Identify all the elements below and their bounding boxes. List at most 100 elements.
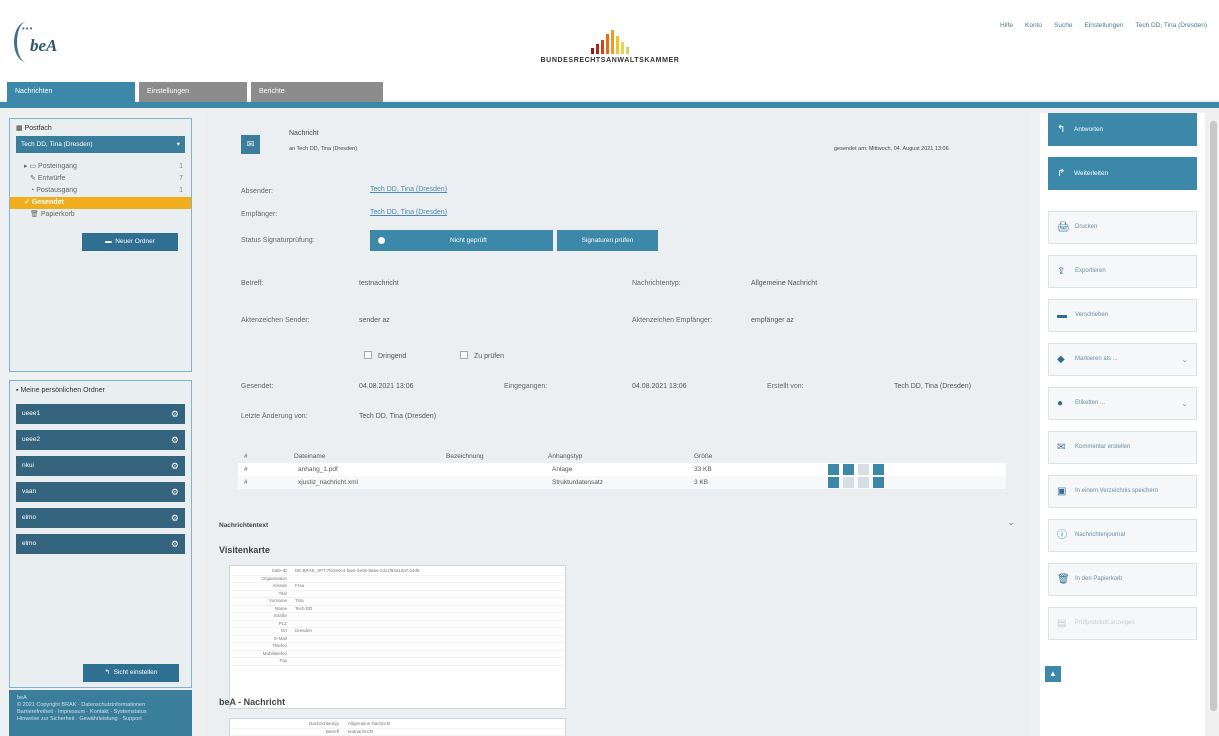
check-signatures-button[interactable]: Signaturen prüfen (557, 230, 658, 251)
personal-folder[interactable]: ueee2 ⚙ (16, 430, 185, 450)
personal-folder[interactable]: vaan ⚙ (16, 482, 185, 502)
erstellt-label: Erstellt von: (767, 383, 804, 390)
bea-nachricht-title: beA - Nachricht (219, 697, 286, 707)
chevron-down-icon[interactable]: ⌄ (1008, 518, 1014, 527)
settings-link[interactable]: Einstellungen (1084, 22, 1123, 29)
comment-button[interactable]: ✉ Kommentar erstellen (1048, 431, 1197, 464)
chevron-down-icon: ⌄ (1181, 355, 1188, 364)
personal-folder[interactable]: nkui ⚙ (16, 456, 185, 476)
export-button[interactable]: ⇪ Exportieren (1048, 255, 1197, 288)
brak-bar (621, 42, 624, 54)
col-header[interactable]: Bezeichnung (446, 450, 484, 463)
visit-value: Frau (295, 583, 305, 588)
personal-folder[interactable]: elmo ⚙ (16, 534, 185, 554)
bookmark-button[interactable]: ◆ Markieren als ... ⌄ (1048, 343, 1197, 376)
personal-folder[interactable]: ueee1 ⚙ (16, 404, 185, 424)
visit-value: Dresden (295, 628, 313, 633)
gear-icon[interactable]: ⚙ (171, 430, 179, 450)
visit-value: Tech DD (295, 605, 313, 611)
personal-folders-title: ▪ Meine persönlichen Ordner (16, 387, 105, 394)
tags-icon: ● (1057, 398, 1064, 409)
help-link[interactable]: Hilfe (1000, 22, 1013, 29)
col-header[interactable]: Dateiname (294, 450, 325, 463)
message-icon: ✉ (241, 135, 260, 154)
left-footer: beA © 2021 Copyright BRAK · Datenschutzi… (9, 690, 192, 736)
user-link[interactable]: Tech DD, Tina (Dresden) (1135, 22, 1207, 29)
action-label: In den Papierkorb (1075, 576, 1123, 582)
folder-item-papierkorb[interactable]: 🗑 Papierkorb (16, 209, 185, 221)
folder-item-entwuerfe[interactable]: ✎ Entwürfe 7 (16, 173, 185, 185)
table-row[interactable]: # anhang_1.pdf Anlage 33 KB (238, 463, 1006, 476)
gear-icon[interactable]: ⚙ (171, 456, 179, 476)
attachments-table: # Dateiname Bezeichnung Anhangstyp Größe… (238, 450, 1006, 489)
visit-key: Anrede (272, 583, 287, 588)
bea-key: Nachrichtentyp (308, 721, 339, 726)
gear-icon[interactable]: ⚙ (171, 508, 179, 528)
reply-button[interactable]: ↰ Antworten (1048, 113, 1197, 146)
scrollbar[interactable] (1208, 113, 1219, 736)
action-label: Nachrichtenjournal (1075, 532, 1126, 538)
protocol-icon: ▤ (1057, 618, 1067, 629)
tags-button[interactable]: ● Etiketten ... ⌄ (1048, 387, 1197, 420)
footer-line[interactable]: Hinweise zur Sicherheit · Gewährleistung… (17, 716, 184, 723)
tab-berichte[interactable]: Berichte (251, 82, 383, 102)
tab-nachrichten[interactable]: Nachrichten (7, 82, 135, 102)
dringend-checkbox[interactable]: Dringend (364, 351, 406, 360)
check-icon[interactable] (873, 464, 884, 475)
scrollbar-thumb[interactable] (1210, 121, 1217, 711)
visit-key: Titel (278, 590, 287, 596)
tab-einstellungen[interactable]: Einstellungen (139, 82, 247, 102)
top-links: Hilfe Konto Suche Einstellungen Tech DD,… (1000, 22, 1207, 29)
gear-icon[interactable]: ⚙ (171, 404, 179, 424)
row-actions (828, 477, 884, 488)
table-row[interactable]: # xjustiz_nachricht.xml Strukturdatensat… (238, 476, 1006, 489)
folder-item-gesendet[interactable]: ✓ Gesendet (10, 197, 191, 209)
footer-line[interactable]: Barrierefreiheit · Impressum · Kontakt ·… (17, 709, 184, 716)
checkbox-icon (364, 351, 372, 359)
erstellt-value: Tech DD, Tina (Dresden) (894, 383, 972, 390)
nachrichtentext-header[interactable]: Nachrichtentext (219, 522, 268, 529)
printer-button[interactable]: 🖨 Drucken (1048, 211, 1197, 244)
col-header[interactable]: Anhangstyp (548, 450, 582, 463)
bea-row: Nachrichtentyp Allgemeine Nachricht (230, 721, 565, 729)
info-button[interactable]: ⓘ Nachrichtenjournal (1048, 519, 1197, 552)
check-icon[interactable] (873, 477, 884, 488)
table-header: # Dateiname Bezeichnung Anhangstyp Größe (238, 450, 1006, 463)
folder-item-posteingang[interactable]: ▸ ▭ Posteingang 1 (16, 161, 185, 173)
col-header[interactable]: Größe (694, 450, 712, 463)
new-folder-button[interactable]: ▬ Neuer Ordner (82, 233, 178, 251)
download-icon[interactable] (828, 464, 839, 475)
bea-logo[interactable]: ••• beA (14, 22, 94, 66)
trash-button[interactable]: 🗑 In den Papierkorb (1048, 563, 1197, 596)
absender-link[interactable]: Tech DD, Tina (Dresden) (370, 186, 447, 193)
gear-icon[interactable]: ⚙ (171, 482, 179, 502)
pruefen-checkbox[interactable]: Zu prüfen (460, 351, 504, 360)
message-to-line: an Tech DD, Tina (Dresden) (289, 146, 358, 152)
gear-icon[interactable]: ⚙ (171, 534, 179, 554)
gesendet-label: Gesendet: (241, 383, 274, 390)
visit-key: Telefon (272, 643, 287, 648)
personal-folder[interactable]: elmo ⚙ (16, 508, 185, 528)
visit-row: Fax (230, 658, 565, 666)
search-link[interactable]: Suche (1054, 22, 1072, 29)
save-button[interactable]: ▣ In einem Verzeichnis speichern (1048, 475, 1197, 508)
comment-icon: ✉ (1057, 442, 1066, 453)
folder-button[interactable]: ▬ Verschieben (1048, 299, 1197, 332)
search-icon[interactable] (843, 464, 854, 475)
printer-icon: 🖨 (1057, 222, 1070, 233)
file-name[interactable]: anhang_1.pdf (298, 463, 338, 476)
visit-row: Vorname Tina (230, 598, 565, 606)
file-name[interactable]: xjustiz_nachricht.xml (298, 476, 358, 489)
bea-nachricht-card: Nachrichtentyp Allgemeine Nachricht Betref… (229, 718, 566, 736)
footer-line[interactable]: © 2021 Copyright BRAK · Datenschutzinfor… (17, 702, 184, 709)
postbox-select[interactable]: Tech DD, Tina (Dresden) ▾ (16, 136, 185, 153)
forward-button[interactable]: ↱ Weiterleiten (1048, 157, 1197, 190)
aenderung-label: Letzte Änderung von: (241, 413, 308, 420)
folder-item-postausgang[interactable]: ◔ Postausgang 1 (16, 185, 185, 197)
empfaenger-link[interactable]: Tech DD, Tina (Dresden) (370, 209, 447, 216)
view-settings-button[interactable]: ↰ Sicht einstellen (83, 664, 179, 682)
account-link[interactable]: Konto (1025, 22, 1042, 29)
brak-bar (611, 30, 614, 54)
scroll-top-icon[interactable]: ▲ (1045, 666, 1061, 682)
download-icon[interactable] (828, 477, 839, 488)
